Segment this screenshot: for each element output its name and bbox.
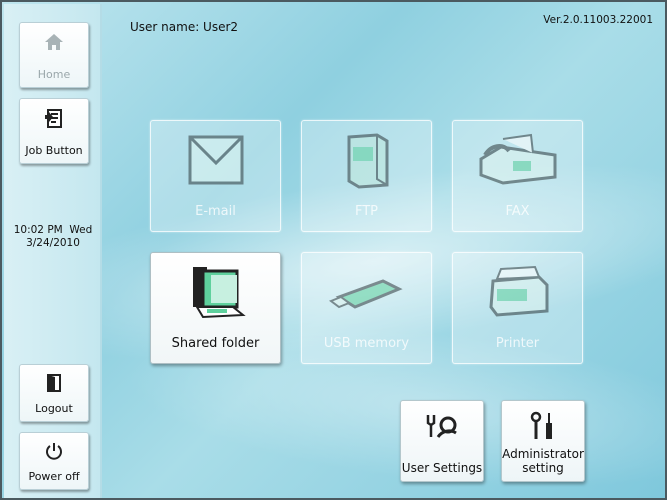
user-settings-label: User Settings bbox=[401, 461, 483, 475]
usb-stick-icon bbox=[302, 261, 431, 321]
job-button[interactable]: Job Button bbox=[19, 98, 89, 164]
home-button[interactable]: Home bbox=[19, 22, 89, 88]
ftp-label: FTP bbox=[354, 204, 379, 219]
email-tile[interactable]: E-mail bbox=[150, 120, 281, 232]
home-label: Home bbox=[37, 68, 71, 81]
administrator-setting-button[interactable]: Administrator setting bbox=[501, 400, 585, 482]
printer-tile[interactable]: Printer bbox=[452, 252, 583, 364]
power-off-button[interactable]: Power off bbox=[19, 432, 89, 490]
shared-folder-computer-icon bbox=[151, 261, 280, 323]
user-settings-tools-icon bbox=[401, 411, 483, 441]
sidebar: Home Job Button 10:02 PM Wed 3/24/2010 L… bbox=[4, 4, 102, 498]
usb-memory-label: USB memory bbox=[323, 336, 410, 351]
clock-time: 10:02 PM Wed bbox=[13, 224, 93, 236]
wrench-screwdriver-icon bbox=[502, 411, 584, 441]
version: Ver.2.0.11003.22001 bbox=[543, 14, 653, 26]
power-icon bbox=[20, 441, 88, 461]
fax-label: FAX bbox=[505, 204, 530, 219]
envelope-icon bbox=[151, 129, 280, 189]
email-label: E-mail bbox=[195, 204, 236, 219]
logout-label: Logout bbox=[35, 402, 73, 415]
clock-date: 3/24/2010 bbox=[26, 237, 80, 249]
fax-tile[interactable]: FAX bbox=[452, 120, 583, 232]
job-label: Job Button bbox=[25, 144, 83, 157]
user-name: User name: User2 bbox=[130, 20, 239, 34]
power-off-label: Power off bbox=[28, 470, 80, 483]
fax-icon bbox=[453, 129, 582, 189]
home-icon bbox=[20, 31, 88, 53]
job-icon bbox=[20, 107, 88, 131]
usb-memory-tile[interactable]: USB memory bbox=[301, 252, 432, 364]
server-icon bbox=[302, 129, 431, 189]
logout-door-icon bbox=[20, 373, 88, 393]
logout-button[interactable]: Logout bbox=[19, 364, 89, 422]
user-settings-button[interactable]: User Settings bbox=[400, 400, 484, 482]
ftp-tile[interactable]: FTP bbox=[301, 120, 432, 232]
printer-label: Printer bbox=[495, 336, 540, 351]
clock: 10:02 PM Wed 3/24/2010 bbox=[4, 224, 102, 250]
printer-icon bbox=[453, 261, 582, 321]
device-screen: Home Job Button 10:02 PM Wed 3/24/2010 L… bbox=[0, 0, 667, 500]
shared-folder-label: Shared folder bbox=[171, 336, 260, 351]
shared-folder-tile[interactable]: Shared folder bbox=[150, 252, 281, 364]
administrator-setting-label: Administrator setting bbox=[502, 447, 584, 475]
